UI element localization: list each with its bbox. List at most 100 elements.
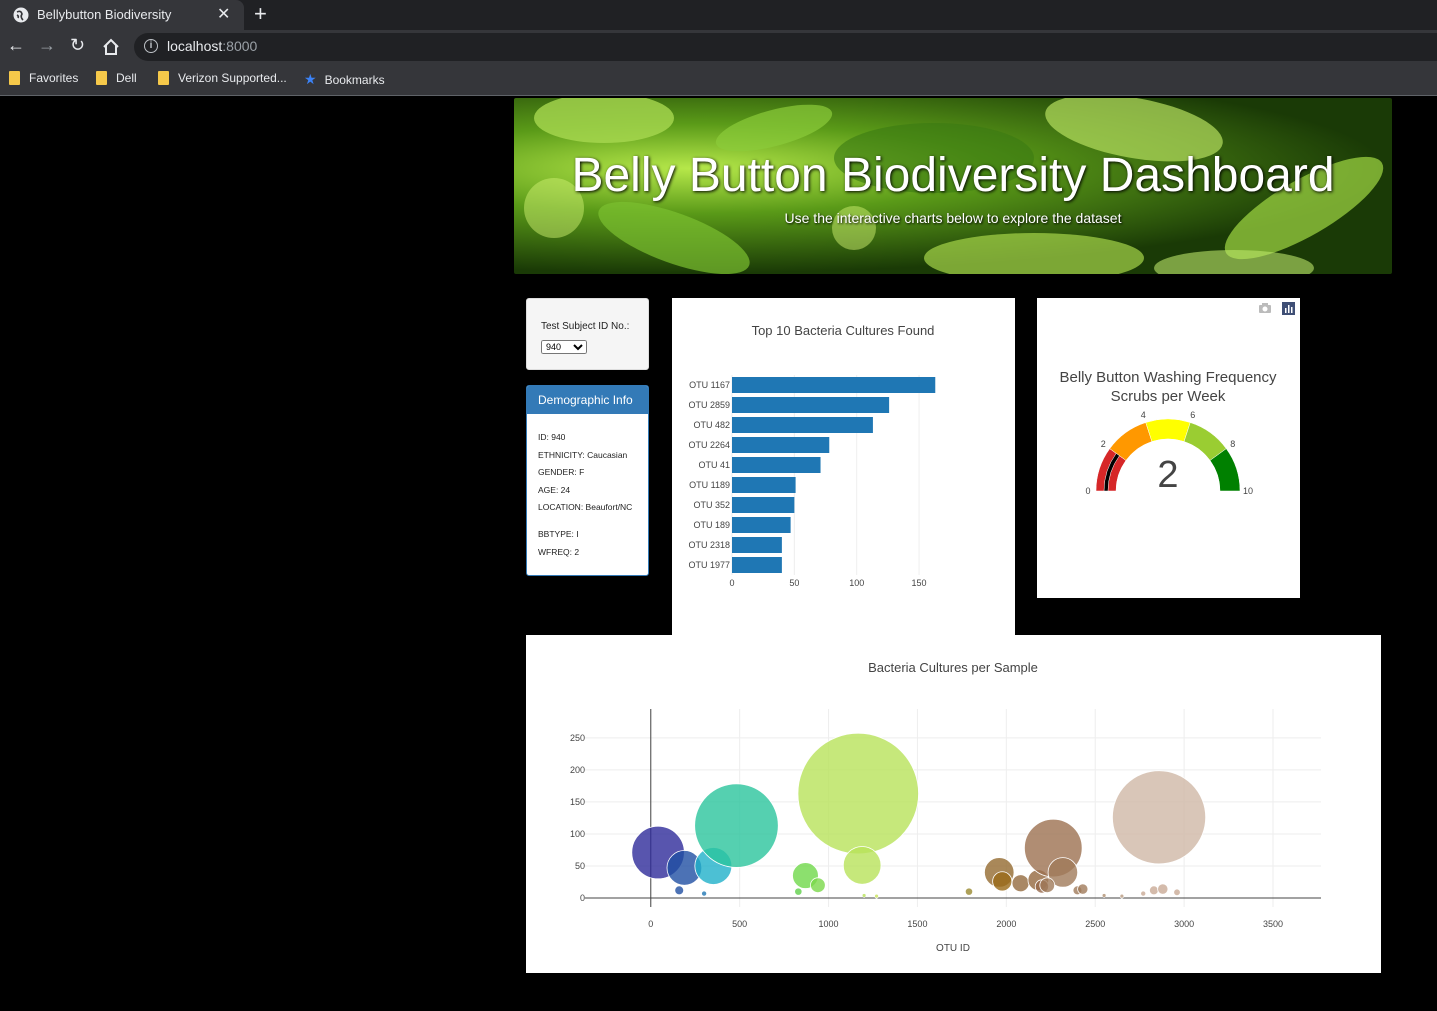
browser-toolbar: ← → ↻ i localhost:8000 — [0, 30, 1437, 64]
bubble-point — [1119, 893, 1125, 899]
site-info-icon[interactable]: i — [144, 39, 158, 53]
bookmark-verizon[interactable]: Verizon Supported... — [158, 71, 287, 85]
gauge-tick-label: 2 — [1101, 439, 1106, 449]
bar-otu-352 — [732, 497, 795, 513]
gauge-value-label: 2 — [1157, 454, 1178, 496]
bubble-xtick-label: 2500 — [1085, 919, 1105, 929]
bubble-point — [674, 885, 685, 896]
bubble-ytick-label: 100 — [570, 829, 585, 839]
back-icon[interactable]: ← — [7, 35, 25, 56]
top10-bar-chart-panel: Top 10 Bacteria Cultures Found 0 50 100 150 O… — [672, 298, 1015, 635]
gauge-tick-label: 8 — [1230, 439, 1235, 449]
home-icon[interactable] — [102, 38, 120, 56]
bubble-point — [1140, 890, 1147, 897]
bar-otu-2318 — [732, 537, 782, 553]
bubble-point — [992, 871, 1013, 892]
demo-gender: GENDER: F — [538, 467, 585, 477]
bar-category-label: OTU 41 — [698, 460, 730, 470]
hero-banner: Belly Button Biodiversity Dashboard Use … — [514, 98, 1392, 274]
forward-icon[interactable]: → — [38, 35, 56, 56]
bubble-point — [964, 887, 974, 896]
address-bar[interactable]: i localhost:8000 — [134, 33, 1437, 61]
bar-otu-2859 — [732, 397, 890, 413]
camera-icon[interactable] — [1258, 302, 1272, 314]
gauge-subtitle: Scrubs per Week — [1111, 388, 1226, 405]
gauge-tick-label: 0 — [1085, 486, 1090, 496]
new-tab-icon[interactable]: + — [254, 1, 267, 27]
bar-category-label: OTU 2318 — [688, 540, 730, 550]
bar-category-label: OTU 1189 — [689, 480, 730, 490]
bubble-point — [874, 893, 879, 899]
close-tab-icon[interactable]: ✕ — [217, 4, 230, 24]
bar-otu-1189 — [732, 477, 796, 493]
bubble-point — [794, 887, 803, 896]
demographic-info-panel: Demographic Info ID: 940 ETHNICITY: Cauc… — [526, 385, 649, 576]
browser-tab-bar: Bellybutton Biodiversity ✕ + — [0, 0, 1437, 30]
bar-category-label: OTU 1167 — [689, 380, 730, 390]
gauge-tick-label: 4 — [1141, 410, 1146, 420]
bar-otu-189 — [732, 517, 791, 533]
bubble-xtick-label: 3000 — [1174, 919, 1194, 929]
bubble-point — [842, 846, 882, 885]
bar-otu-1977 — [732, 557, 782, 573]
subject-id-dropdown[interactable]: 940 — [541, 340, 587, 354]
bubble-point — [1077, 883, 1089, 895]
demo-bbtype: BBTYPE: I — [538, 529, 579, 539]
bubble-ytick-label: 250 — [570, 733, 585, 743]
bar-otu-1167 — [732, 377, 936, 393]
demographic-info-heading: Demographic Info — [527, 386, 648, 414]
url-text: localhost:8000 — [167, 38, 258, 54]
reload-icon[interactable]: ↻ — [70, 35, 85, 56]
bookmark-dell[interactable]: Dell — [96, 71, 137, 85]
bubble-point — [1101, 893, 1107, 898]
bubble-point — [1173, 888, 1181, 896]
page-title: Belly Button Biodiversity Dashboard — [571, 149, 1335, 202]
bubble-point — [701, 890, 708, 897]
top10-bar-chart: Top 10 Bacteria Cultures Found 0 50 100 150 O… — [688, 323, 936, 588]
demo-age: AGE: 24 — [538, 485, 571, 495]
bubble-xtick-label: 3500 — [1263, 919, 1283, 929]
bubble-point — [797, 732, 919, 855]
bubble-point — [1157, 883, 1169, 895]
demo-id: ID: 940 — [538, 432, 566, 442]
bar-category-label: OTU 189 — [693, 520, 730, 530]
demo-ethnicity: ETHNICITY: Caucasian — [538, 450, 628, 460]
globe-icon — [13, 7, 29, 23]
bar-category-label: OTU 1977 — [688, 560, 730, 570]
bar-category-label: OTU 482 — [693, 420, 730, 430]
gauge-title: Belly Button Washing Frequency — [1059, 369, 1277, 386]
bubble-chart-panel: Bacteria Cultures per Sample 0 500 1000 1500… — [526, 635, 1381, 973]
bar-otu-41 — [732, 457, 821, 473]
plotly-logo-icon[interactable] — [1282, 302, 1295, 315]
bookmark-favorites[interactable]: Favorites — [9, 71, 78, 85]
page-content: Belly Button Biodiversity Dashboard Use … — [0, 97, 1437, 1011]
subject-selector-label: Test Subject ID No.: — [541, 321, 630, 332]
bar-xtick-label: 100 — [849, 578, 864, 588]
bubble-xtick-label: 1500 — [907, 919, 927, 929]
folder-icon — [9, 71, 20, 85]
bar-otu-482 — [732, 417, 873, 433]
gauge-step-2 — [1145, 418, 1191, 442]
wash-frequency-gauge: Belly Button Washing Frequency Scrubs per… — [1059, 369, 1277, 496]
bar-category-label: OTU 2859 — [688, 400, 730, 410]
bubble-point — [1149, 885, 1159, 896]
bubble-point — [694, 783, 779, 868]
demo-location: LOCATION: Beaufort/NC — [538, 502, 633, 512]
bubble-ytick-label: 0 — [580, 893, 585, 903]
bar-xtick-label: 50 — [789, 578, 799, 588]
bubble-xtick-label: 500 — [732, 919, 747, 929]
subject-selector-panel: Test Subject ID No.: 940 — [526, 298, 649, 370]
bubble-point — [810, 877, 826, 894]
bar-category-label: OTU 2264 — [688, 440, 730, 450]
wash-frequency-gauge-panel: Belly Button Washing Frequency Scrubs per… — [1037, 298, 1300, 598]
demo-wfreq: WFREQ: 2 — [538, 547, 580, 557]
bubble-ytick-label: 200 — [570, 765, 585, 775]
star-icon: ★ — [304, 71, 317, 87]
bubble-xtick-label: 2000 — [996, 919, 1016, 929]
page-subtitle: Use the interactive charts below to expl… — [784, 210, 1122, 226]
bar-chart-title: Top 10 Bacteria Cultures Found — [752, 323, 935, 338]
bar-otu-2264 — [732, 437, 830, 453]
browser-tab[interactable]: Bellybutton Biodiversity ✕ — [0, 0, 244, 30]
bar-xtick-label: 150 — [912, 578, 927, 588]
bookmark-bookmarks[interactable]: ★ Bookmarks — [304, 71, 385, 88]
